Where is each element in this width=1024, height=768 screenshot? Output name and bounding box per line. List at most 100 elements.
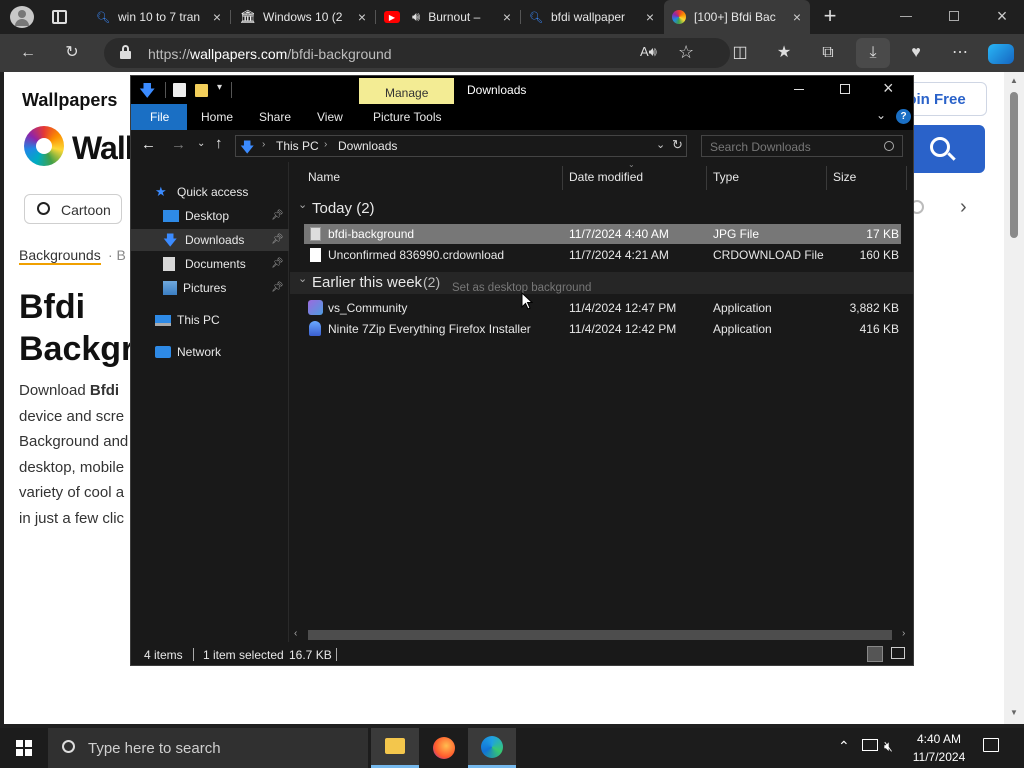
- tab-burnout[interactable]: ▶ 🔊︎ Burnout – ×: [376, 0, 520, 34]
- search-downloads-input[interactable]: Search Downloads: [701, 135, 903, 157]
- windows-start-icon[interactable]: [16, 740, 32, 756]
- nav-quick-access[interactable]: ★ Quick access: [155, 182, 248, 202]
- minimize-button[interactable]: [794, 89, 804, 90]
- lock-icon[interactable]: [120, 45, 131, 59]
- up-arrow-icon[interactable]: ↑: [215, 135, 223, 152]
- pin-icon[interactable]: 📌︎: [271, 210, 284, 221]
- details-view-icon[interactable]: [867, 646, 883, 662]
- file-row-bfdi-background[interactable]: bfdi-background 11/7/2024 4:40 AM JPG Fi…: [304, 224, 901, 244]
- ribbon-tab-share[interactable]: Share: [259, 110, 291, 124]
- file-row-vs-community[interactable]: vs_Community 11/4/2024 12:47 PM Applicat…: [304, 298, 901, 318]
- new-folder-icon[interactable]: [195, 84, 208, 97]
- close-icon[interactable]: ×: [500, 10, 514, 24]
- read-aloud-icon[interactable]: A🔊︎: [640, 44, 657, 60]
- ribbon-tab-file[interactable]: File: [131, 104, 187, 130]
- path-dropdown-icon[interactable]: ⌄: [656, 138, 665, 151]
- collections-icon[interactable]: ⧉: [816, 41, 840, 65]
- chip-scroll-right-icon[interactable]: ›: [960, 196, 967, 219]
- large-icons-view-icon[interactable]: [891, 647, 905, 659]
- show-hidden-icons-icon[interactable]: ⌃: [838, 738, 850, 755]
- group-header-earlier[interactable]: Earlier this week: [312, 274, 422, 291]
- collapse-group-icon[interactable]: ⌄: [298, 272, 307, 285]
- volume-muted-icon[interactable]: 🔇︎: [884, 738, 893, 755]
- column-header-date[interactable]: Date modified: [569, 170, 643, 184]
- taskbar-edge[interactable]: [468, 728, 516, 768]
- taskbar-firefox[interactable]: [420, 728, 468, 768]
- group-header-today[interactable]: Today (2): [312, 200, 375, 217]
- horizontal-scrollbar[interactable]: ‹ ›: [290, 628, 913, 642]
- customize-toolbar-icon[interactable]: ▾: [217, 82, 222, 93]
- column-header-size[interactable]: Size: [833, 170, 856, 184]
- ribbon-tab-home[interactable]: Home: [201, 110, 233, 124]
- nav-documents[interactable]: Documents: [163, 254, 246, 274]
- tab-bfdi-wallpaper[interactable]: 🔍︎ bfdi wallpaper ×: [521, 0, 663, 34]
- tab-win10-to-7[interactable]: 🔍︎ win 10 to 7 tran ×: [86, 0, 230, 34]
- new-tab-button[interactable]: +: [818, 4, 842, 28]
- forward-arrow-icon[interactable]: →: [171, 136, 186, 153]
- path-this-pc[interactable]: This PC: [276, 139, 319, 153]
- close-icon[interactable]: ×: [210, 10, 224, 24]
- path-downloads[interactable]: Downloads: [338, 139, 397, 153]
- file-row-unconfirmed[interactable]: Unconfirmed 836990.crdownload 11/7/2024 …: [304, 245, 901, 265]
- close-icon[interactable]: ×: [355, 10, 369, 24]
- copilot-icon[interactable]: [988, 44, 1014, 64]
- clock-date[interactable]: 11/7/2024: [910, 750, 968, 764]
- more-menu-icon[interactable]: ⋯: [948, 41, 972, 65]
- ribbon-tab-picture-tools[interactable]: Picture Tools: [359, 104, 454, 130]
- recent-locations-icon[interactable]: ⌄: [197, 138, 205, 149]
- windows-taskbar: Type here to search ⌃ 🔇︎ 4:40 AM 11/7/20…: [0, 728, 1024, 768]
- close-icon[interactable]: ×: [643, 10, 657, 24]
- tab-actions-icon[interactable]: [52, 10, 67, 24]
- refresh-icon[interactable]: ↻: [672, 137, 683, 153]
- restore-button[interactable]: [949, 11, 959, 21]
- split-screen-icon[interactable]: ◫: [728, 41, 752, 65]
- taskbar-file-explorer[interactable]: [371, 728, 419, 768]
- close-icon[interactable]: ×: [790, 10, 804, 24]
- file-name: bfdi-background: [328, 227, 415, 241]
- close-button[interactable]: ×: [883, 78, 894, 99]
- performance-icon[interactable]: ♥: [904, 41, 928, 65]
- back-arrow-icon[interactable]: ←: [16, 41, 40, 65]
- help-icon[interactable]: ?: [896, 109, 911, 124]
- expand-ribbon-icon[interactable]: ⌄: [876, 108, 886, 122]
- folder-icon: [385, 738, 405, 754]
- profile-avatar-icon[interactable]: [10, 6, 34, 28]
- address-path-box[interactable]: 🡇 › This PC › Downloads ⌄ ↻: [235, 135, 687, 157]
- tab-bfdi-background[interactable]: [100+] Bfdi Bac ×: [664, 0, 810, 34]
- speaker-icon[interactable]: 🔊︎: [412, 9, 420, 25]
- refresh-icon[interactable]: ↻: [60, 41, 84, 65]
- downloads-icon[interactable]: ⤓: [856, 38, 890, 68]
- wallpapers-logo-icon[interactable]: [24, 126, 64, 166]
- item-count: 4 items: [144, 648, 183, 662]
- minimize-button[interactable]: [900, 16, 912, 17]
- pin-icon[interactable]: 📌︎: [271, 234, 284, 245]
- clock-time[interactable]: 4:40 AM: [910, 732, 968, 746]
- nav-downloads[interactable]: 🡇 Downloads: [163, 230, 244, 250]
- nav-this-pc[interactable]: This PC: [155, 310, 220, 330]
- close-window-button[interactable]: ×: [994, 6, 1010, 26]
- back-arrow-icon[interactable]: ←: [141, 136, 156, 153]
- address-bar-input[interactable]: https://wallpapers.com/bfdi-background A…: [104, 38, 730, 68]
- file-row-ninite[interactable]: Ninite 7Zip Everything Firefox Installer…: [304, 319, 901, 339]
- pin-icon[interactable]: 📌︎: [271, 282, 284, 293]
- breadcrumb[interactable]: Backgrounds: [19, 247, 101, 265]
- favorites-icon[interactable]: ★: [772, 41, 796, 65]
- nav-desktop[interactable]: Desktop: [163, 206, 229, 226]
- tab-windows-10[interactable]: 🏛︎ Windows 10 (2 ×: [231, 0, 375, 34]
- ribbon-tab-view[interactable]: View: [317, 110, 343, 124]
- notifications-icon[interactable]: [983, 738, 999, 752]
- maximize-button[interactable]: [840, 84, 850, 94]
- network-status-icon[interactable]: [862, 739, 878, 751]
- column-header-type[interactable]: Type: [713, 170, 739, 184]
- page-scrollbar[interactable]: ▲ ▼: [1004, 72, 1024, 724]
- collapse-group-icon[interactable]: ⌄: [298, 198, 307, 211]
- category-chip-cartoon[interactable]: Cartoon: [24, 194, 122, 224]
- properties-icon[interactable]: [173, 83, 186, 97]
- nav-network[interactable]: Network: [155, 342, 221, 362]
- nav-pictures[interactable]: Pictures: [163, 278, 226, 298]
- taskbar-search-box[interactable]: Type here to search: [48, 728, 368, 768]
- manage-context-tab[interactable]: Manage: [359, 78, 454, 104]
- pin-icon[interactable]: 📌︎: [271, 258, 284, 269]
- favorite-star-icon[interactable]: ☆: [678, 42, 694, 63]
- column-header-name[interactable]: Name: [308, 170, 340, 184]
